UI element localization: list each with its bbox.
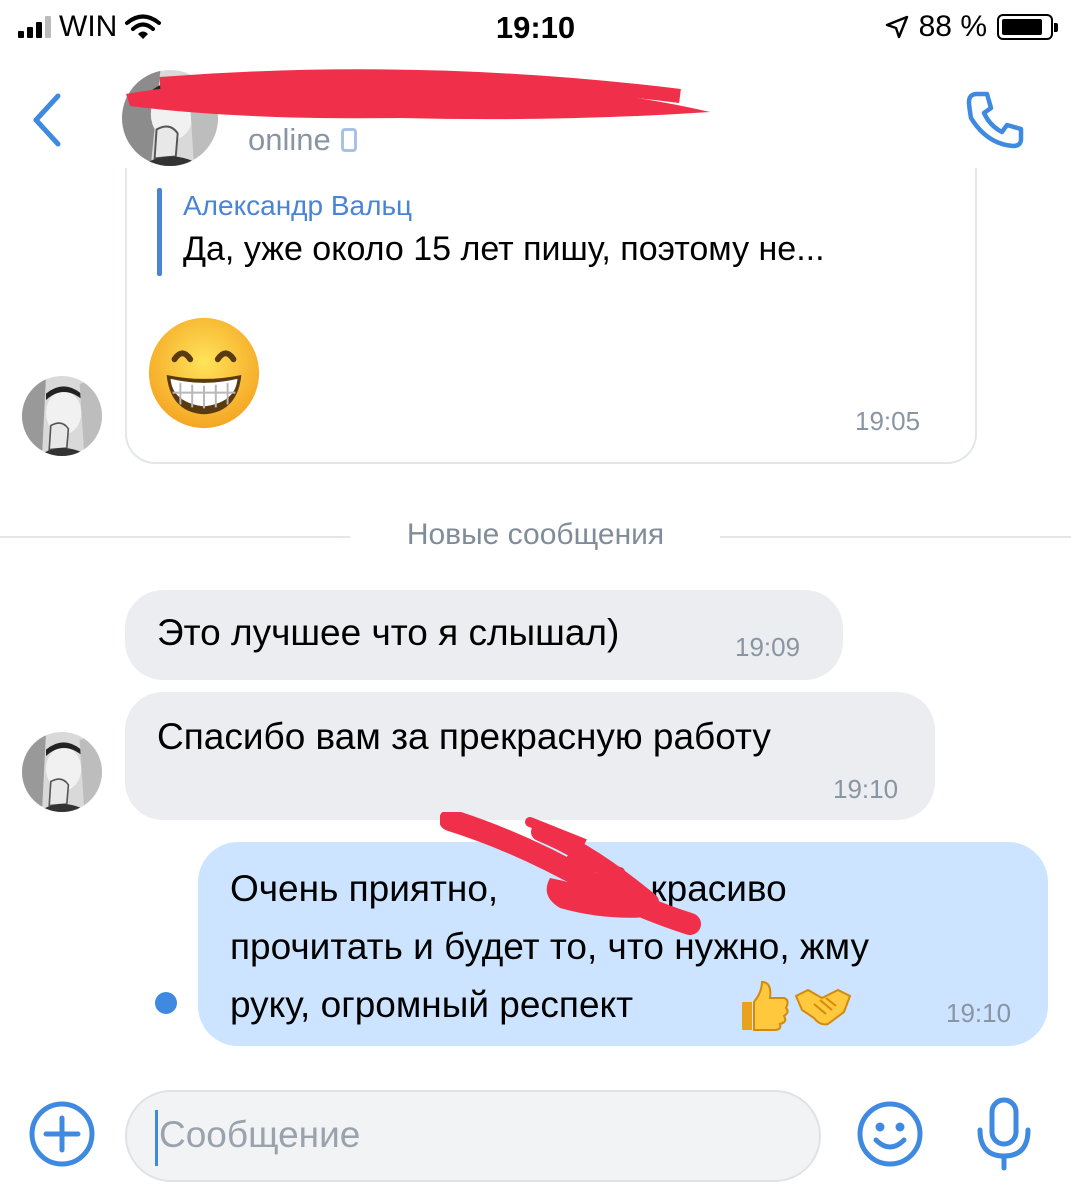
message-text-line-2: прочитать и будет то, что нужно, жму [230, 926, 869, 967]
new-messages-label: Новые сообщения [406, 518, 665, 551]
message-input-placeholder: Сообщение [159, 1114, 361, 1155]
incoming-message-bubble[interactable]: Это лучшее что я слышал) 19:09 [125, 590, 843, 680]
message-text: Спасибо вам за прекрасную работу [157, 716, 771, 757]
sender-avatar[interactable] [22, 376, 102, 456]
message-time: 19:05 [855, 406, 921, 436]
emoji-picker-icon[interactable] [856, 1100, 924, 1168]
message-time: 19:10 [946, 998, 1012, 1028]
unread-indicator [155, 992, 177, 1014]
handshake-emoji-icon [794, 988, 852, 1026]
message-input[interactable]: Сообщение [125, 1090, 821, 1182]
thumbs-up-emoji-icon [742, 980, 789, 1031]
message-text: руку, огромный респект [230, 984, 634, 1025]
chat-header: online [0, 56, 1071, 184]
reply-quote-text[interactable]: Да, уже около 15 лет пишу, поэтому не... [183, 230, 825, 269]
reply-quote-bar [157, 188, 162, 276]
status-bar: WIN 19:10 88 % [0, 0, 1071, 56]
message-time: 19:10 [833, 774, 899, 804]
incoming-message-bubble[interactable]: Спасибо вам за прекрасную работу 19:10 [125, 692, 935, 820]
divider-line-right [720, 536, 1071, 538]
microphone-icon[interactable] [972, 1096, 1036, 1172]
reply-quote-author[interactable]: Александр Вальц [183, 190, 412, 222]
add-attachment-icon[interactable] [28, 1100, 96, 1168]
message-composer: Сообщение [0, 1078, 1071, 1200]
message-text-line-3: руку, огромный респект [230, 976, 633, 1033]
location-arrow-icon [885, 15, 908, 39]
incoming-message-card[interactable]: Александр Вальц Да, уже около 15 лет пиш… [125, 168, 977, 464]
online-label: online [248, 122, 331, 157]
status-right: 88 % [885, 10, 1058, 44]
battery-fill [1002, 19, 1043, 35]
message-time: 19:09 [735, 632, 801, 662]
battery-icon [997, 14, 1058, 40]
grinning-emoji-icon [148, 317, 260, 429]
message-text-line-1: Очень приятно, ис, красиво [230, 868, 787, 909]
text-caret [155, 1110, 158, 1166]
phone-call-icon[interactable] [963, 88, 1027, 152]
sender-avatar[interactable] [22, 732, 102, 812]
mobile-device-icon [340, 128, 357, 152]
battery-percent: 88 % [918, 10, 987, 43]
new-messages-divider: Новые сообщения [0, 518, 1071, 558]
outgoing-message-bubble[interactable]: Очень приятно, ис, красиво прочитать и б… [198, 842, 1048, 1046]
contact-status: online [248, 122, 357, 158]
message-text: Это лучшее что я слышал) [157, 612, 620, 653]
back-arrow-icon[interactable] [28, 90, 68, 150]
redaction-mark [126, 69, 710, 120]
